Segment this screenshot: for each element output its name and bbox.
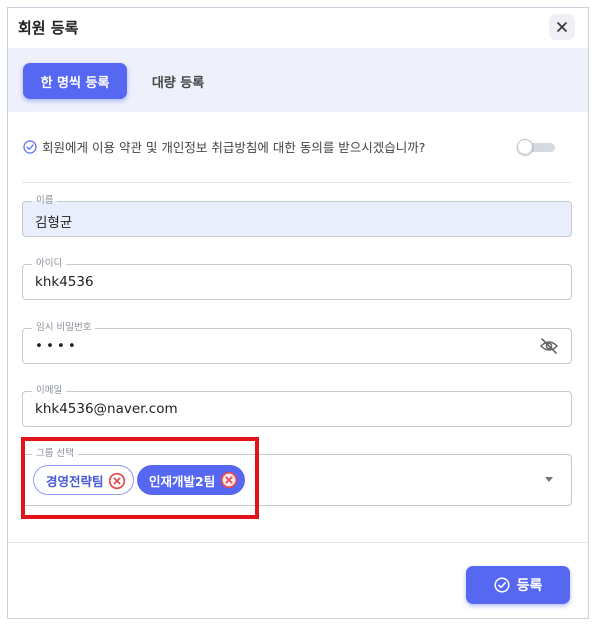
eye-off-icon[interactable]	[539, 337, 559, 355]
email-field[interactable]: 이메일 khk4536@naver.com	[22, 384, 572, 427]
password-label: 임시 비밀번호	[32, 321, 96, 335]
annotation-highlight-box	[21, 437, 259, 519]
divider	[22, 182, 572, 183]
close-icon	[557, 22, 567, 32]
check-circle-icon	[23, 139, 37, 154]
submit-label: 등록	[516, 578, 543, 594]
tab-single-registration[interactable]: 한 명씩 등록	[23, 63, 127, 99]
dialog-header: 회원 등록	[8, 8, 588, 48]
consent-text: 회원에게 이용 약관 및 개인정보 취급방침에 대한 동의를 받으시겠습니까?	[42, 140, 426, 155]
divider	[8, 542, 588, 543]
tab-bulk-registration[interactable]: 대량 등록	[140, 63, 216, 99]
consent-row: 회원에게 이용 약관 및 개인정보 취급방침에 대한 동의를 받으시겠습니까?	[23, 137, 425, 156]
member-registration-dialog: 회원 등록 한 명씩 등록 대량 등록 회원에게 이용 약관 및 개인정보 취급…	[7, 7, 589, 619]
check-circle-icon	[494, 577, 510, 593]
toggle-knob	[517, 139, 533, 155]
name-label: 이름	[32, 194, 58, 208]
close-button[interactable]	[549, 14, 575, 40]
name-value: 김형균	[35, 215, 73, 231]
password-field[interactable]: 임시 비밀번호 ••••	[22, 321, 572, 364]
id-value: khk4536	[35, 274, 94, 290]
consent-toggle[interactable]	[517, 139, 555, 155]
registration-mode-tabs: 한 명씩 등록 대량 등록	[8, 48, 588, 112]
id-label: 아이디	[32, 257, 67, 271]
email-label: 이메일	[32, 384, 67, 398]
chevron-down-icon[interactable]	[545, 477, 553, 482]
password-value: ••••	[35, 338, 79, 354]
submit-button[interactable]: 등록	[466, 566, 570, 604]
dialog-title: 회원 등록	[18, 19, 79, 37]
name-field[interactable]: 이름 김형균	[22, 194, 572, 237]
email-value: khk4536@naver.com	[35, 401, 178, 417]
id-field[interactable]: 아이디 khk4536	[22, 257, 572, 300]
